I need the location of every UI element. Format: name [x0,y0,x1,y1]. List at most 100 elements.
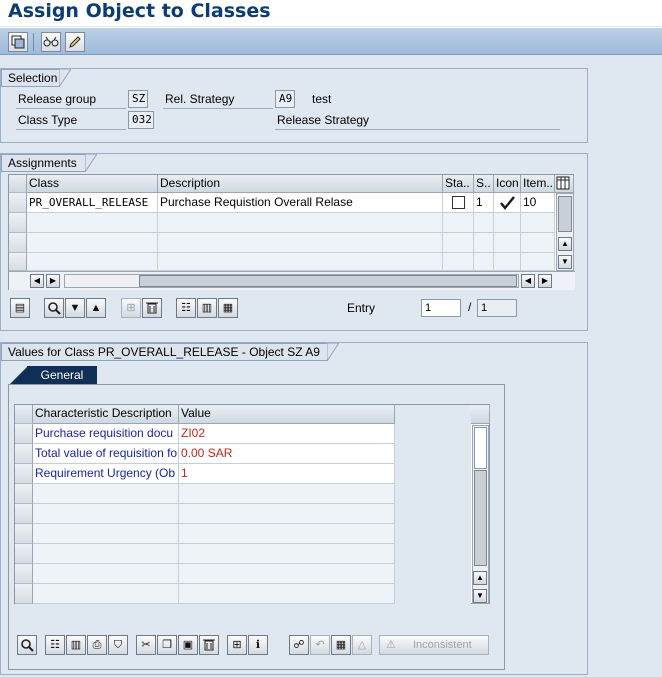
table-row-class[interactable]: PR_OVERALL_RELEASE [27,193,158,213]
scroll-up-icon[interactable]: ▲ [473,571,487,585]
scroll-first-icon[interactable]: ◀ [30,274,44,288]
table-cell[interactable] [179,544,395,564]
move-up-icon[interactable]: ▲ [86,298,106,318]
characteristic-value[interactable]: 0.00 SAR [179,444,395,464]
entry-total: 1 [477,299,517,317]
object-structure-icon[interactable] [8,32,28,52]
info-icon[interactable]: ℹ [248,635,268,655]
table-settings-icon[interactable] [555,175,574,193]
scroll-left-icon[interactable]: ▶ [46,274,60,288]
table-cell[interactable] [27,233,158,253]
table-row-item[interactable]: 10 [521,193,555,213]
warning-triangle-icon[interactable]: △ [352,635,372,655]
select-all-cell[interactable] [15,405,33,424]
insert-row-icon[interactable]: ⊞ [121,298,141,318]
row-selector[interactable] [9,213,27,233]
row-selector[interactable] [15,424,33,444]
row-selector[interactable] [15,584,33,604]
delete-trash-icon[interactable] [142,298,162,318]
row-selector[interactable] [15,564,33,584]
table-cell[interactable] [179,564,395,584]
assignments-table: Class Description Sta.. S.. Icon Item.. … [8,174,575,290]
copy-icon[interactable]: ❐ [157,635,177,655]
find-icon[interactable] [44,298,64,318]
details-icon[interactable]: ▤ [10,298,30,318]
table-cell[interactable] [179,484,395,504]
select-all-cell[interactable] [9,175,27,193]
select-all-icon[interactable]: ☷ [45,635,65,655]
scrollbar-thumb[interactable] [139,275,517,287]
row-selector[interactable] [9,233,27,253]
scroll-down-icon[interactable]: ▼ [473,589,487,603]
status-checkbox[interactable] [452,196,465,209]
column-header-class[interactable]: Class [27,175,158,193]
rel-strategy-field[interactable]: A9 [275,90,295,108]
insert-icon[interactable]: ⊞ [227,635,247,655]
characteristic-value[interactable]: 1 [179,464,395,484]
rel-strategy-description: test [312,92,332,106]
table-cell[interactable] [179,584,395,604]
scroll-right-icon[interactable]: ◀ [521,274,535,288]
binoculars-icon[interactable]: ☍ [289,635,309,655]
table-cell[interactable] [179,524,395,544]
row-selector[interactable] [15,484,33,504]
find-icon[interactable] [17,635,37,655]
cut-scissors-icon[interactable]: ✂ [136,635,156,655]
display-icon[interactable] [41,32,61,52]
table-row-s[interactable]: 1 [474,193,494,213]
inconsistent-label: Inconsistent [412,639,472,651]
class-type-field[interactable]: 032 [128,111,154,129]
delete-trash-icon[interactable] [199,635,219,655]
row-selector[interactable] [15,444,33,464]
column-header-characteristic[interactable]: Characteristic Description [33,405,179,424]
rel-strategy-label: Rel. Strategy [165,92,235,106]
column-header-icon[interactable]: Icon [494,175,521,193]
column-header-status[interactable]: Sta.. [443,175,474,193]
deselect-all-icon[interactable]: ▦ [218,298,238,318]
values-group-title: Values for Class PR_OVERALL_RELEASE - Ob… [1,343,327,361]
row-selector[interactable] [15,464,33,484]
row-selector[interactable] [15,524,33,544]
filter-icon[interactable]: ⛉ [108,635,128,655]
column-header-s[interactable]: S.. [474,175,494,193]
table-cell[interactable] [179,504,395,524]
change-pencil-icon[interactable] [65,32,85,52]
scrollbar-thumb[interactable] [558,196,572,232]
table-cell[interactable] [27,213,158,233]
scroll-down-icon[interactable]: ▼ [558,255,572,269]
column-header-value[interactable]: Value [179,405,395,424]
inconsistent-button[interactable]: ⚠ Inconsistent [379,635,489,655]
select-block-icon[interactable]: ▥ [66,635,86,655]
label-underline [163,108,273,109]
column-header-item[interactable]: Item.. [521,175,555,193]
scroll-last-icon[interactable]: ▶ [538,274,552,288]
characteristic-value[interactable]: ZI02 [179,424,395,444]
select-block-icon[interactable]: ▥ [197,298,217,318]
row-selector[interactable] [15,544,33,564]
row-selector[interactable] [15,504,33,524]
move-down-icon[interactable]: ▼ [65,298,85,318]
table-cell [521,233,555,253]
table-cell [494,233,521,253]
scrollbar-thumb[interactable] [474,470,487,566]
table-cell[interactable] [27,253,158,271]
tab-general[interactable]: General [27,366,97,384]
table-cell [443,233,474,253]
print-icon[interactable]: ⎙ [87,635,107,655]
paste-icon[interactable]: ▣ [178,635,198,655]
scroll-up-icon[interactable]: ▲ [558,237,572,251]
row-selector[interactable] [9,193,27,213]
column-header-description[interactable]: Description [158,175,443,193]
undo-icon[interactable]: ↶ [310,635,330,655]
select-all-icon[interactable]: ☷ [176,298,196,318]
table-cell [494,213,521,233]
table-blank-area [395,405,471,605]
grid-icon[interactable]: ▦ [331,635,351,655]
row-selector[interactable] [9,253,27,271]
release-group-field[interactable]: SZ [128,90,148,108]
table-settings-cell[interactable] [471,405,490,424]
entry-separator: / [468,300,472,314]
characteristic-name: Total value of requisition fo [33,444,179,464]
entry-input[interactable]: 1 [421,299,461,317]
class-type-label: Class Type [18,113,78,127]
